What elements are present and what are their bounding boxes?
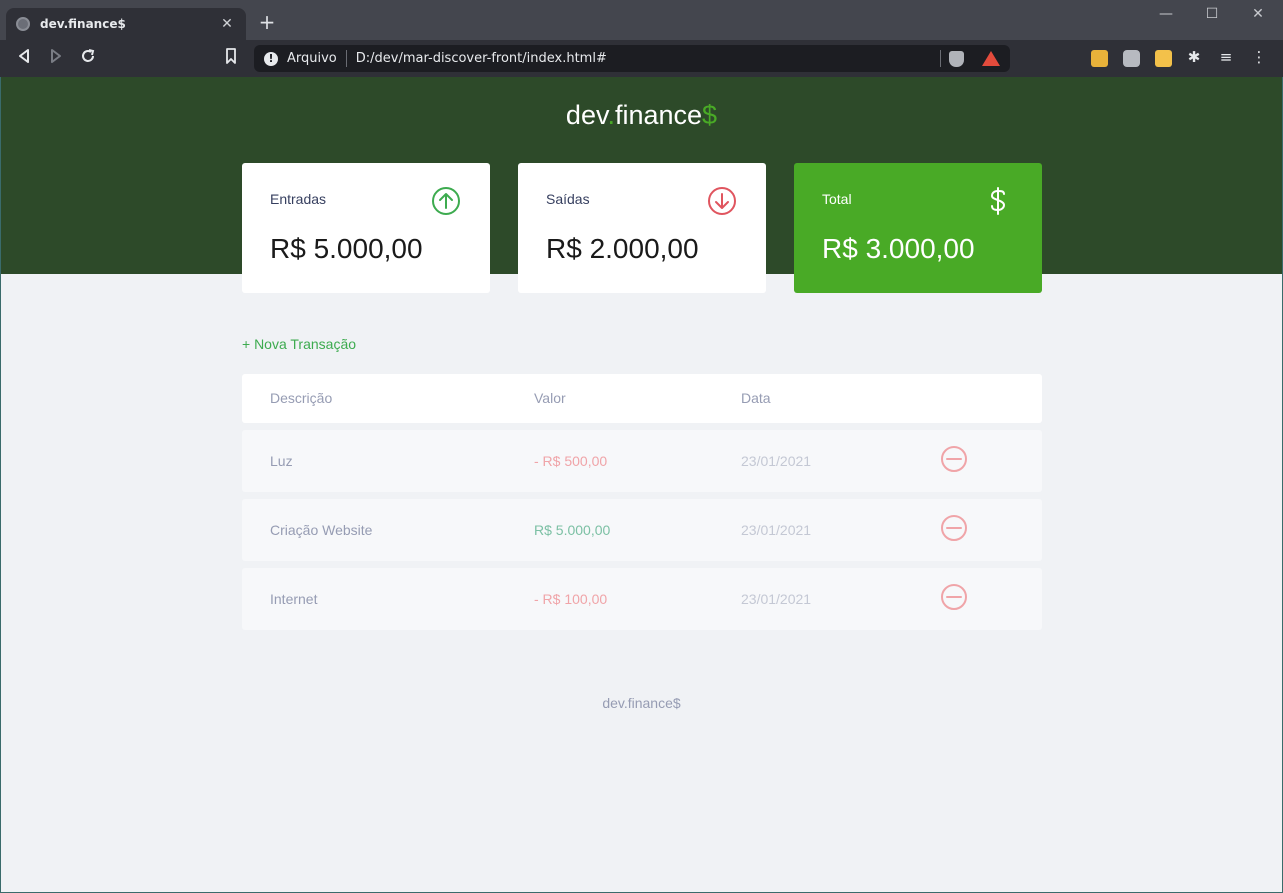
row-amount: - R$ 100,00 <box>534 591 608 607</box>
total-value: R$ 3.000,00 <box>822 233 975 264</box>
menu-icon[interactable]: ⋮ <box>1249 48 1269 66</box>
address-scheme-label: Arquivo <box>287 51 337 66</box>
logo-suffix: $ <box>702 100 718 130</box>
extension-icon[interactable] <box>1091 50 1108 67</box>
row-description: Internet <box>270 591 318 607</box>
media-queue-icon[interactable]: ≡ <box>1216 48 1236 66</box>
brave-rewards-icon[interactable] <box>982 51 1000 66</box>
browser-toolbar: ! Arquivo D:/dev/mar-discover-front/inde… <box>0 40 1283 77</box>
brave-shield-icon[interactable] <box>949 50 964 67</box>
back-icon[interactable] <box>13 48 35 68</box>
row-amount: R$ 5.000,00 <box>534 522 611 538</box>
row-date: 23/01/2021 <box>741 591 812 607</box>
row-amount: - R$ 500,00 <box>534 453 608 469</box>
new-transaction-button[interactable]: + Nova Transação <box>242 336 356 352</box>
bookmark-icon[interactable] <box>220 48 242 68</box>
row-date: 23/01/2021 <box>741 453 812 469</box>
column-header-amount: Valor <box>534 390 566 406</box>
window-border-left <box>0 77 1 893</box>
tab-close-button[interactable]: ✕ <box>218 16 236 32</box>
reload-icon[interactable] <box>77 48 99 68</box>
row-description: Luz <box>270 453 293 469</box>
transactions-table-header: Descrição Valor Data <box>242 374 1042 423</box>
address-right-separator <box>940 50 941 67</box>
browser-titlebar: dev.finance$ ✕ + — ☐ ✕ <box>0 0 1283 40</box>
dollar-icon <box>990 187 1006 215</box>
column-header-date: Data <box>741 390 771 406</box>
table-row: Criação Website R$ 5.000,00 23/01/2021 <box>242 499 1042 561</box>
logo: dev.finance$ <box>1 100 1282 131</box>
table-row: Luz - R$ 500,00 23/01/2021 <box>242 430 1042 492</box>
income-card: Entradas R$ 5.000,00 <box>242 163 490 293</box>
table-row: Internet - R$ 100,00 23/01/2021 <box>242 568 1042 630</box>
logo-dot: . <box>607 100 615 130</box>
remove-transaction-icon[interactable] <box>940 583 968 611</box>
site-info-icon[interactable]: ! <box>264 51 278 66</box>
income-value: R$ 5.000,00 <box>270 233 423 264</box>
notes-extension-icon[interactable] <box>1155 50 1172 67</box>
forward-icon[interactable] <box>45 48 67 68</box>
close-window-button[interactable]: ✕ <box>1248 6 1268 22</box>
address-url[interactable]: D:/dev/mar-discover-front/index.html# <box>356 51 940 66</box>
page-content: dev.finance$ Entradas R$ 5.000,00 Saídas… <box>1 77 1282 892</box>
footer-text: dev.finance$ <box>602 695 681 711</box>
logo-prefix: dev <box>565 100 608 130</box>
logo-name: finance <box>614 100 703 130</box>
minimize-button[interactable]: — <box>1156 6 1176 22</box>
globe-icon <box>16 17 30 31</box>
tab-title: dev.finance$ <box>40 17 126 31</box>
row-description: Criação Website <box>270 522 373 538</box>
total-card: Total R$ 3.000,00 <box>794 163 1042 293</box>
remove-transaction-icon[interactable] <box>940 514 968 542</box>
browser-tab[interactable]: dev.finance$ ✕ <box>6 8 246 40</box>
expense-value: R$ 2.000,00 <box>546 233 699 264</box>
remove-transaction-icon[interactable] <box>940 445 968 473</box>
address-bar[interactable]: ! Arquivo D:/dev/mar-discover-front/inde… <box>254 45 1010 72</box>
new-tab-button[interactable]: + <box>256 10 278 34</box>
camera-icon[interactable] <box>1123 50 1140 67</box>
column-header-description: Descrição <box>270 390 333 406</box>
arrow-down-circle-icon <box>708 187 736 215</box>
expense-card: Saídas R$ 2.000,00 <box>518 163 766 293</box>
row-date: 23/01/2021 <box>741 522 812 538</box>
address-separator <box>345 50 347 67</box>
maximize-button[interactable]: ☐ <box>1202 6 1222 22</box>
puzzle-icon[interactable]: ✱ <box>1184 48 1204 66</box>
arrow-up-circle-icon <box>432 187 460 215</box>
